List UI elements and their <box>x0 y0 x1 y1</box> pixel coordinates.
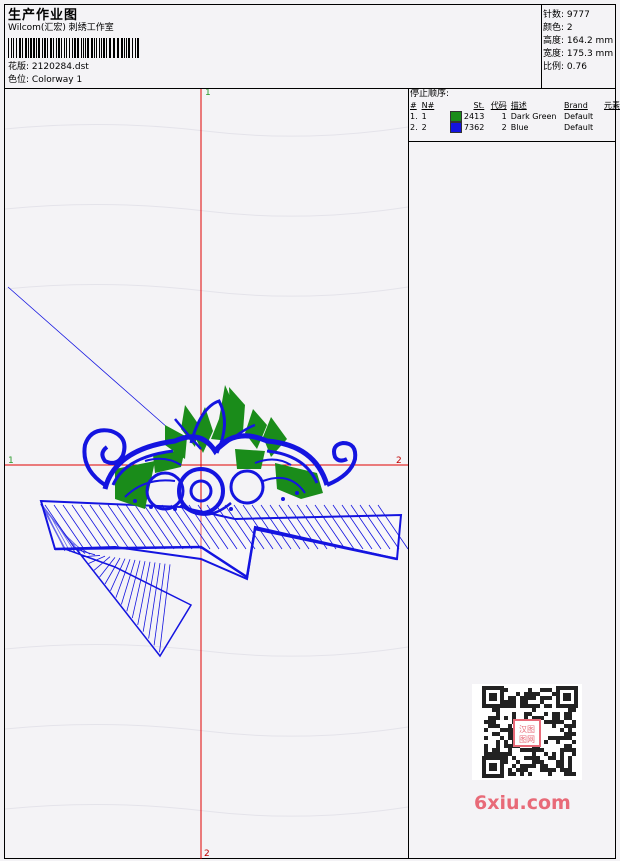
color-swatch <box>449 111 462 122</box>
colorway-name: Colorway 1 <box>31 75 83 85</box>
table-header-row: # N# St. 代码 描述 Brand 元素 <box>410 101 620 110</box>
stop-sequence-title: 停止顺序: <box>410 89 450 99</box>
marker-left: 1 <box>8 456 14 466</box>
qr-code: 汉图 图网 <box>472 684 582 780</box>
colors-row: 颜色: 2 <box>543 23 573 33</box>
marker-top: 1 <box>205 89 211 98</box>
width-row: 宽度: 175.3 mm <box>543 49 614 59</box>
page-title: 生产作业图 <box>8 8 79 23</box>
design-canvas[interactable]: 1 1 2 2 <box>5 89 408 859</box>
design-label: 花版: <box>8 62 30 72</box>
hatched-band <box>39 499 408 581</box>
stop-sequence-table: # N# St. 代码 描述 Brand 元素 1. 1 2413 1 Dark… <box>410 100 620 133</box>
colorway-label: 色位: <box>8 75 30 85</box>
marker-right: 2 <box>396 456 402 466</box>
height-row: 高度: 164.2 mm <box>543 36 614 46</box>
jump-stitch-line <box>7 286 186 444</box>
scale-row: 比例: 0.76 <box>543 62 587 72</box>
stats-divider <box>541 4 542 88</box>
table-row[interactable]: 1. 1 2413 1 Dark Green Default <box>410 111 620 122</box>
stitches-row: 针数: 9777 <box>543 10 590 20</box>
design-row: 花版: 2120284.dst <box>8 62 89 73</box>
table-bottom-divider <box>408 141 616 142</box>
table-row[interactable]: 2. 2 7362 2 Blue Default <box>410 122 620 133</box>
marker-bottom: 2 <box>204 849 210 859</box>
panel-divider <box>408 88 409 859</box>
barcode <box>8 38 139 58</box>
design-file: 2120284.dst <box>31 62 89 72</box>
svg-text:汉图: 汉图 <box>519 725 535 734</box>
svg-text:图网: 图网 <box>519 735 535 744</box>
company-name: Wilcom(汇宏) 刺绣工作室 <box>8 23 114 33</box>
color-swatch <box>449 122 462 133</box>
colorway-row: 色位: Colorway 1 <box>8 75 82 86</box>
watermark-text: 6xiu.com <box>474 792 571 814</box>
